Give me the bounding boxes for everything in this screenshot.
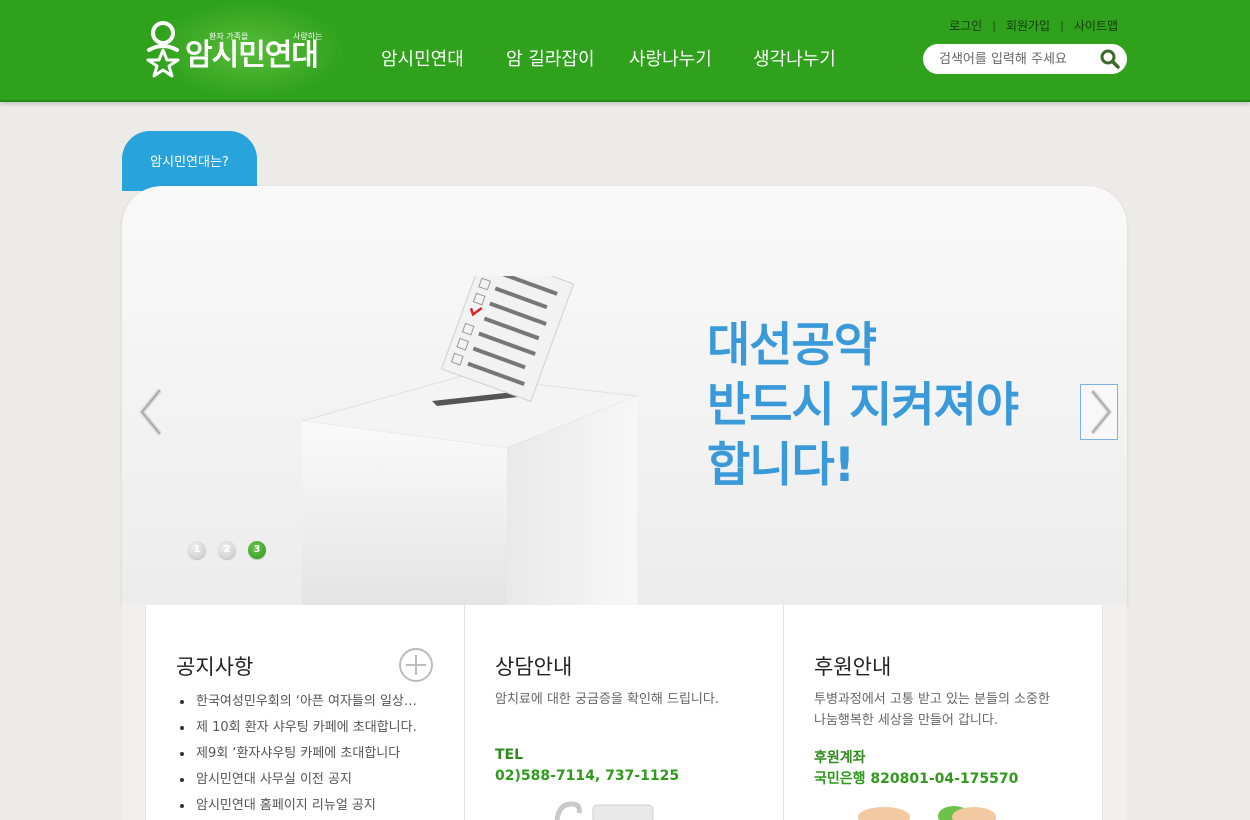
util-separator: |: [992, 18, 996, 32]
consult-panel: 상담안내 암치료에 대한 궁금증을 확인해 드립니다. TEL 02)588-7…: [464, 605, 784, 820]
nav-item-about[interactable]: 암시민연대: [381, 45, 464, 71]
content-area: 공지사항 한국여성민우회의 ‘아픈 여자들의 일상… 제 10회 환자 샤우팅 …: [122, 605, 1127, 820]
consult-desc: 암치료에 대한 궁금증을 확인해 드립니다.: [495, 692, 719, 707]
pager-dot-3[interactable]: 3: [248, 541, 266, 559]
main-visual-slider: 대선공약 반드시 지켜져야 합니다! 1 2 3: [122, 186, 1127, 605]
notice-item[interactable]: 암시민연대 사무실 이전 공지: [176, 767, 441, 793]
about-tab[interactable]: 암시민연대는?: [122, 131, 257, 191]
support-title: 후원안내: [814, 655, 892, 679]
hands-illustration-icon: [858, 806, 996, 820]
consult-title: 상담안내: [495, 655, 573, 679]
support-desc: 투병과정에서 고통 받고 있는 분들의 소중한 나눔행복한 세상을 만들어 갑니…: [814, 689, 1050, 731]
nav-item-cancer-guide[interactable]: 암 길라잡이: [506, 45, 595, 71]
site-header: 환자 가족을 사랑하는 암시민연대 암시민연대 암 길라잡이 사랑나누기 생각나…: [0, 0, 1250, 102]
tel-value: 02)588-7114, 737-1125: [495, 768, 680, 784]
signup-link[interactable]: 회원가입: [1006, 17, 1050, 34]
notice-item[interactable]: 제9회 ‘환자샤우팅 카페에 초대합니다: [176, 741, 441, 767]
nav-item-share-love[interactable]: 사랑나누기: [629, 45, 712, 71]
site-logo[interactable]: 환자 가족을 사랑하는 암시민연대: [145, 16, 335, 82]
headline-line-1: 대선공약: [707, 318, 877, 373]
nav-item-share-thoughts[interactable]: 생각나누기: [753, 45, 836, 71]
search-input[interactable]: [939, 49, 1099, 69]
slider-next-arrow-icon[interactable]: [1080, 384, 1118, 440]
support-desc-line-2: 나눔행복한 세상을 만들어 갑니다.: [814, 713, 998, 728]
notice-item[interactable]: 한국여성민우회의 ‘아픈 여자들의 일상…: [176, 689, 441, 715]
notice-list: 한국여성민우회의 ‘아픈 여자들의 일상… 제 10회 환자 샤우팅 카페에 초…: [176, 689, 441, 819]
search-icon[interactable]: [1099, 48, 1121, 70]
notice-item[interactable]: 암시민연대 홈페이지 리뉴얼 공지: [176, 793, 441, 819]
pager-dot-2[interactable]: 2: [218, 541, 236, 559]
tel-label: TEL: [495, 747, 524, 763]
pager-dot-1[interactable]: 1: [188, 541, 206, 559]
slider-prev-arrow-icon[interactable]: [134, 384, 172, 440]
support-desc-line-1: 투병과정에서 고통 받고 있는 분들의 소중한: [814, 692, 1050, 707]
notice-item[interactable]: 제 10회 환자 샤우팅 카페에 초대합니다.: [176, 715, 441, 741]
login-link[interactable]: 로그인: [949, 17, 982, 34]
plus-icon[interactable]: [398, 647, 434, 683]
support-panel: 후원안내 투병과정에서 고통 받고 있는 분들의 소중한 나눔행복한 세상을 만…: [783, 605, 1103, 820]
headline-line-2: 반드시 지켜져야: [707, 378, 1019, 433]
sitemap-link[interactable]: 사이트맵: [1074, 17, 1118, 34]
utility-links: 로그인 | 회원가입 | 사이트맵: [949, 17, 1118, 33]
util-separator: |: [1060, 18, 1064, 32]
account-label: 후원계좌: [814, 750, 866, 766]
search-box: [923, 44, 1127, 74]
account-value: 국민은행 820801-04-175570: [814, 771, 1019, 787]
logo-title: 암시민연대: [185, 38, 319, 73]
notice-panel: 공지사항 한국여성민우회의 ‘아픈 여자들의 일상… 제 10회 환자 샤우팅 …: [145, 605, 465, 820]
slider-pager: 1 2 3: [188, 541, 266, 559]
ballot-box-illustration: [301, 276, 638, 605]
notice-title: 공지사항: [176, 655, 254, 679]
visual-headline: 대선공약 반드시 지켜져야 합니다!: [707, 316, 1019, 496]
headline-line-3: 합니다!: [707, 438, 855, 493]
phone-illustration-icon: [554, 801, 654, 820]
logo-figure-icon: [146, 21, 180, 78]
